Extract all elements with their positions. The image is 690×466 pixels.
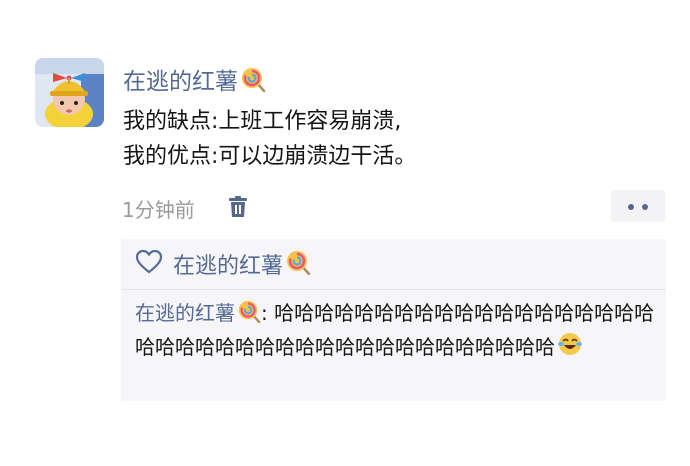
likes-row: 在逃的红薯 [135, 249, 311, 279]
liker-name[interactable]: 在逃的红薯 [173, 248, 283, 280]
post-line-2: 我的优点:可以边崩溃边干活。 [123, 144, 417, 169]
comment-item[interactable]: 在逃的红薯 : 哈哈哈哈哈哈哈哈哈哈哈哈哈哈哈哈哈哈哈哈哈哈哈哈哈哈哈哈哈哈哈哈… [135, 298, 665, 365]
divider [121, 289, 666, 290]
comment-separator: : [261, 301, 275, 325]
lollipop-icon [285, 249, 311, 279]
post-timestamp: 1分钟前 [122, 198, 195, 222]
post-line-1: 我的缺点:上班工作容易崩溃, [123, 109, 402, 134]
more-dots-icon [628, 204, 634, 210]
more-button[interactable] [611, 190, 665, 222]
post-author[interactable]: 在逃的红薯 [123, 62, 266, 98]
trash-icon[interactable] [228, 196, 248, 218]
avatar[interactable] [35, 58, 104, 127]
laughing-tears-icon [557, 331, 583, 365]
commenter-name[interactable]: 在逃的红薯 [135, 301, 235, 325]
lollipop-icon [237, 299, 261, 331]
post-author-name[interactable]: 在逃的红薯 [123, 69, 238, 95]
post-content: 我的缺点:上班工作容易崩溃, 我的优点:可以边崩溃边干活。 [123, 104, 643, 174]
likes-comments-panel: 在逃的红薯 在逃的红薯 : 哈哈哈哈哈哈哈哈哈哈哈哈哈哈哈哈哈哈哈哈哈哈哈哈哈哈… [121, 239, 666, 401]
heart-outline-icon [135, 249, 163, 279]
lollipop-icon [240, 66, 266, 98]
